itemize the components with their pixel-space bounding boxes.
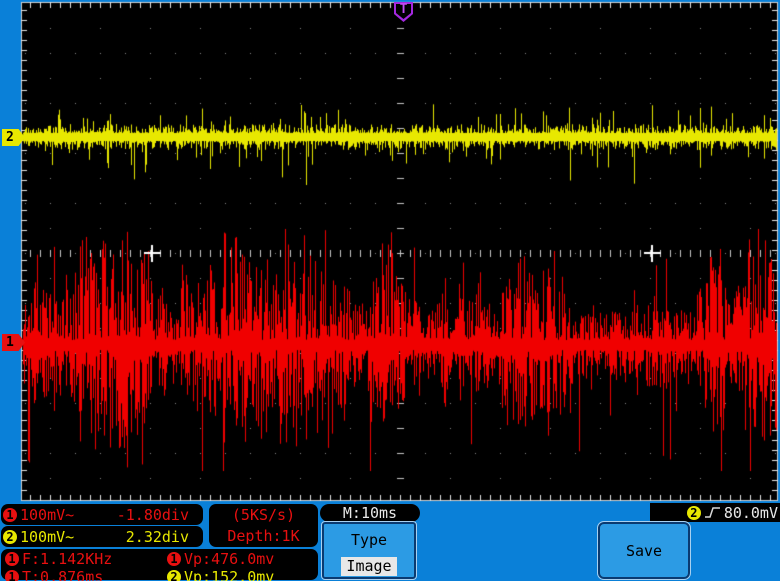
menu-type-label: Type	[350, 531, 388, 549]
channel2-badge: 2	[3, 529, 17, 544]
measurement-ch-badge: 1	[167, 552, 181, 566]
channel2-vscale: 100mV~	[20, 527, 75, 546]
sample-rate: (5KS/s)	[231, 506, 296, 525]
measurements-panel: 1 F:1.142KHz 1 Vp:476.0mv 1 T:0.876ms 2 …	[1, 549, 318, 581]
measurement-ch-badge: 1	[5, 570, 19, 581]
waveform-display	[0, 0, 780, 581]
channel2-settings: 2 100mV~ 2.32div	[1, 526, 203, 547]
menu-type-softkey[interactable]: Type Image	[321, 521, 417, 580]
measurement-value: Vp:152.0mv	[184, 568, 275, 581]
measurement-value: T:0.876ms	[22, 568, 104, 581]
measurement-period: 1 T:0.876ms	[5, 568, 167, 581]
trigger-level-readout: 2 80.0mV	[650, 503, 780, 522]
rising-edge-icon	[704, 507, 720, 518]
measurement-ch-badge: 2	[167, 570, 181, 581]
trigger-source-badge: 2	[686, 505, 701, 520]
channel2-position: 2.32div	[125, 527, 189, 546]
oscilloscope-screen: T 2 1 1 100mV~ -1.80div 2 100mV~ 2.32div…	[0, 0, 780, 581]
timebase-value: M:10ms	[342, 504, 398, 522]
memory-depth: Depth:1K	[227, 526, 300, 545]
save-button[interactable]: Save	[597, 521, 691, 580]
measurement-frequency: 1 F:1.142KHz	[5, 550, 167, 568]
timebase-readout: M:10ms	[320, 504, 420, 522]
measurement-value: F:1.142KHz	[22, 550, 113, 568]
channel1-settings: 1 100mV~ -1.80div	[1, 504, 203, 525]
acquisition-info: (5KS/s) Depth:1K	[209, 504, 318, 547]
channel1-vscale: 100mV~	[20, 505, 75, 524]
trigger-level-value: 80.0mV	[723, 503, 778, 522]
measurement-ch-badge: 1	[5, 552, 19, 566]
channel1-badge: 1	[3, 507, 17, 522]
channel1-position: -1.80div	[116, 505, 189, 524]
menu-type-value[interactable]: Image	[341, 557, 397, 576]
measurement-value: Vp:476.0mv	[184, 550, 275, 568]
measurement-vp-ch2: 2 Vp:152.0mv	[167, 568, 316, 581]
trigger-marker-label: T	[399, 2, 408, 17]
measurement-vp-ch1: 1 Vp:476.0mv	[167, 550, 316, 568]
